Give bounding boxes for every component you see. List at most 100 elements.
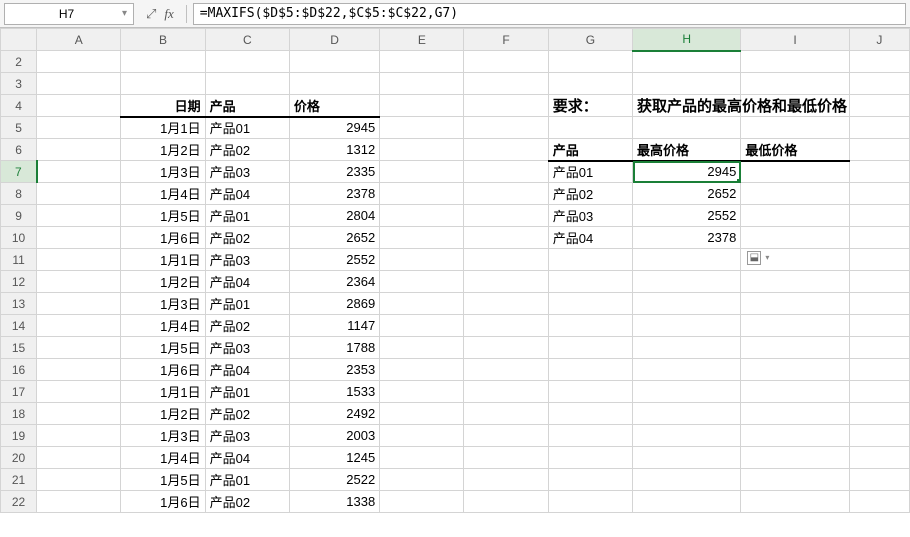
cell-A21[interactable] xyxy=(37,469,121,491)
cell-D10[interactable]: 2652 xyxy=(289,227,379,249)
cell-B9[interactable]: 1月5日 xyxy=(121,205,205,227)
cell-D6[interactable]: 1312 xyxy=(289,139,379,161)
cell-E21[interactable] xyxy=(380,469,464,491)
row-header-19[interactable]: 19 xyxy=(1,425,37,447)
cell-I13[interactable] xyxy=(741,293,849,315)
cell-J10[interactable] xyxy=(849,227,909,249)
cell-A5[interactable] xyxy=(37,117,121,139)
cell-H11[interactable] xyxy=(633,249,741,271)
cell-J3[interactable] xyxy=(849,73,909,95)
cell-A10[interactable] xyxy=(37,227,121,249)
col-header-C[interactable]: C xyxy=(205,29,289,51)
cell-B17[interactable]: 1月1日 xyxy=(121,381,205,403)
cell-J17[interactable] xyxy=(849,381,909,403)
cell-J19[interactable] xyxy=(849,425,909,447)
cell-H16[interactable] xyxy=(633,359,741,381)
cell-J21[interactable] xyxy=(849,469,909,491)
cell-D13[interactable]: 2869 xyxy=(289,293,379,315)
cell-H5[interactable] xyxy=(633,117,741,139)
row-header-8[interactable]: 8 xyxy=(1,183,37,205)
cell-H10[interactable]: 2378 xyxy=(633,227,741,249)
cell-C22[interactable]: 产品02 xyxy=(205,491,289,513)
autofill-options-icon[interactable]: ⬓ xyxy=(747,251,761,265)
row-header-3[interactable]: 3 xyxy=(1,73,37,95)
cell-B14[interactable]: 1月4日 xyxy=(121,315,205,337)
cell-A6[interactable] xyxy=(37,139,121,161)
cell-F5[interactable] xyxy=(464,117,548,139)
row-header-21[interactable]: 21 xyxy=(1,469,37,491)
cell-I7[interactable] xyxy=(741,161,849,183)
cell-I10[interactable] xyxy=(741,227,849,249)
cell-E11[interactable] xyxy=(380,249,464,271)
cell-G4[interactable]: 要求： xyxy=(548,95,632,117)
cell-F19[interactable] xyxy=(464,425,548,447)
cell-G6[interactable]: 产品 xyxy=(548,139,632,161)
cell-G9[interactable]: 产品03 xyxy=(548,205,632,227)
cell-C16[interactable]: 产品04 xyxy=(205,359,289,381)
name-box-dropdown-icon[interactable]: ▾ xyxy=(122,8,127,19)
cell-C18[interactable]: 产品02 xyxy=(205,403,289,425)
cell-C4[interactable]: 产品 xyxy=(205,95,289,117)
cell-J14[interactable] xyxy=(849,315,909,337)
cell-D18[interactable]: 2492 xyxy=(289,403,379,425)
cell-I17[interactable] xyxy=(741,381,849,403)
cell-B19[interactable]: 1月3日 xyxy=(121,425,205,447)
cell-E18[interactable] xyxy=(380,403,464,425)
cell-H4[interactable]: 获取产品的最高价格和最低价格 xyxy=(633,95,741,117)
row-header-10[interactable]: 10 xyxy=(1,227,37,249)
cell-G5[interactable] xyxy=(548,117,632,139)
cell-G18[interactable] xyxy=(548,403,632,425)
fx-icon[interactable]: fx xyxy=(164,6,173,22)
cell-E22[interactable] xyxy=(380,491,464,513)
cell-A17[interactable] xyxy=(37,381,121,403)
formula-input[interactable]: =MAXIFS($D$5:$D$22,$C$5:$C$22,G7) xyxy=(193,3,906,25)
col-header-J[interactable]: J xyxy=(849,29,909,51)
cell-C14[interactable]: 产品02 xyxy=(205,315,289,337)
cell-G13[interactable] xyxy=(548,293,632,315)
cell-G11[interactable] xyxy=(548,249,632,271)
cell-D12[interactable]: 2364 xyxy=(289,271,379,293)
cell-B6[interactable]: 1月2日 xyxy=(121,139,205,161)
cell-G19[interactable] xyxy=(548,425,632,447)
cell-A3[interactable] xyxy=(37,73,121,95)
cell-D2[interactable] xyxy=(289,51,379,73)
cell-H12[interactable] xyxy=(633,271,741,293)
cell-F3[interactable] xyxy=(464,73,548,95)
cell-F2[interactable] xyxy=(464,51,548,73)
autofill-dropdown-icon[interactable]: ▾ xyxy=(765,253,769,262)
cell-E17[interactable] xyxy=(380,381,464,403)
col-header-I[interactable]: I xyxy=(741,29,849,51)
cell-D8[interactable]: 2378 xyxy=(289,183,379,205)
cell-A13[interactable] xyxy=(37,293,121,315)
cell-D7[interactable]: 2335 xyxy=(289,161,379,183)
cell-A20[interactable] xyxy=(37,447,121,469)
row-header-15[interactable]: 15 xyxy=(1,337,37,359)
cell-B20[interactable]: 1月4日 xyxy=(121,447,205,469)
cell-G22[interactable] xyxy=(548,491,632,513)
cell-I22[interactable] xyxy=(741,491,849,513)
cell-H7[interactable]: 2945 xyxy=(633,161,741,183)
zoom-icon[interactable]: ⤢ xyxy=(146,6,156,22)
cell-I8[interactable] xyxy=(741,183,849,205)
cell-D14[interactable]: 1147 xyxy=(289,315,379,337)
cell-H22[interactable] xyxy=(633,491,741,513)
cell-E8[interactable] xyxy=(380,183,464,205)
cell-I16[interactable] xyxy=(741,359,849,381)
cell-C17[interactable]: 产品01 xyxy=(205,381,289,403)
cell-I9[interactable] xyxy=(741,205,849,227)
cell-C9[interactable]: 产品01 xyxy=(205,205,289,227)
cell-H21[interactable] xyxy=(633,469,741,491)
cell-F12[interactable] xyxy=(464,271,548,293)
cell-J5[interactable] xyxy=(849,117,909,139)
cell-F7[interactable] xyxy=(464,161,548,183)
cell-G20[interactable] xyxy=(548,447,632,469)
cell-C6[interactable]: 产品02 xyxy=(205,139,289,161)
row-header-4[interactable]: 4 xyxy=(1,95,37,117)
cell-D3[interactable] xyxy=(289,73,379,95)
cell-A22[interactable] xyxy=(37,491,121,513)
row-header-6[interactable]: 6 xyxy=(1,139,37,161)
cell-C10[interactable]: 产品02 xyxy=(205,227,289,249)
cell-I3[interactable] xyxy=(741,73,849,95)
cell-H18[interactable] xyxy=(633,403,741,425)
cell-A19[interactable] xyxy=(37,425,121,447)
